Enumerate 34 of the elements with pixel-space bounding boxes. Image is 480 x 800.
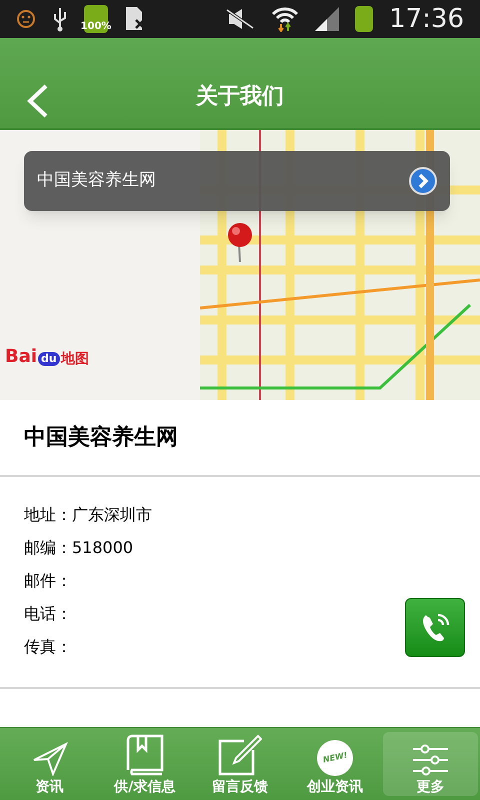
sliders-icon	[412, 742, 448, 776]
paw-logo: du	[38, 352, 60, 366]
field-label: 电话：	[24, 602, 72, 624]
chevron-right-icon[interactable]	[409, 167, 437, 195]
battery-icon	[355, 6, 374, 32]
badge-text: NEW!	[322, 750, 348, 766]
field-label: 地址：	[24, 504, 72, 526]
field-label: 邮件：	[24, 570, 72, 592]
tab[interactable]: 供/求信息	[97, 732, 192, 796]
face-icon	[16, 9, 36, 29]
map-pin-icon	[226, 222, 254, 262]
usb-icon	[52, 6, 68, 32]
popup-title: 中国美容养生网	[37, 169, 156, 192]
logo-text: 地图	[60, 352, 89, 366]
pencil-square-icon	[218, 734, 262, 776]
map-view[interactable]: 中国美容养生网 Bai du 地图	[0, 130, 480, 400]
logo-text: Bai	[5, 348, 38, 366]
paper-plane-icon	[32, 742, 68, 776]
mute-icon	[225, 8, 256, 30]
page-title: 关于我们	[196, 82, 284, 110]
tab[interactable]: 资讯	[2, 732, 98, 796]
company-name: 中国美容养生网	[24, 424, 178, 452]
field-label: 邮编：	[24, 536, 72, 558]
tab[interactable]: NEW! 创业资讯	[288, 732, 383, 796]
wifi-icon	[271, 6, 300, 32]
tab[interactable]: 留言反馈	[192, 732, 288, 796]
field-label: 传真：	[24, 636, 72, 658]
map-popup[interactable]: 中国美容养生网	[24, 151, 450, 211]
field-value: 广东深圳市	[72, 504, 152, 526]
call-button[interactable]	[405, 598, 465, 657]
clock: 17:36	[389, 6, 464, 32]
signal-icon	[315, 7, 340, 31]
tab[interactable]: 更多	[382, 732, 478, 796]
field-value: 518000	[72, 536, 134, 558]
